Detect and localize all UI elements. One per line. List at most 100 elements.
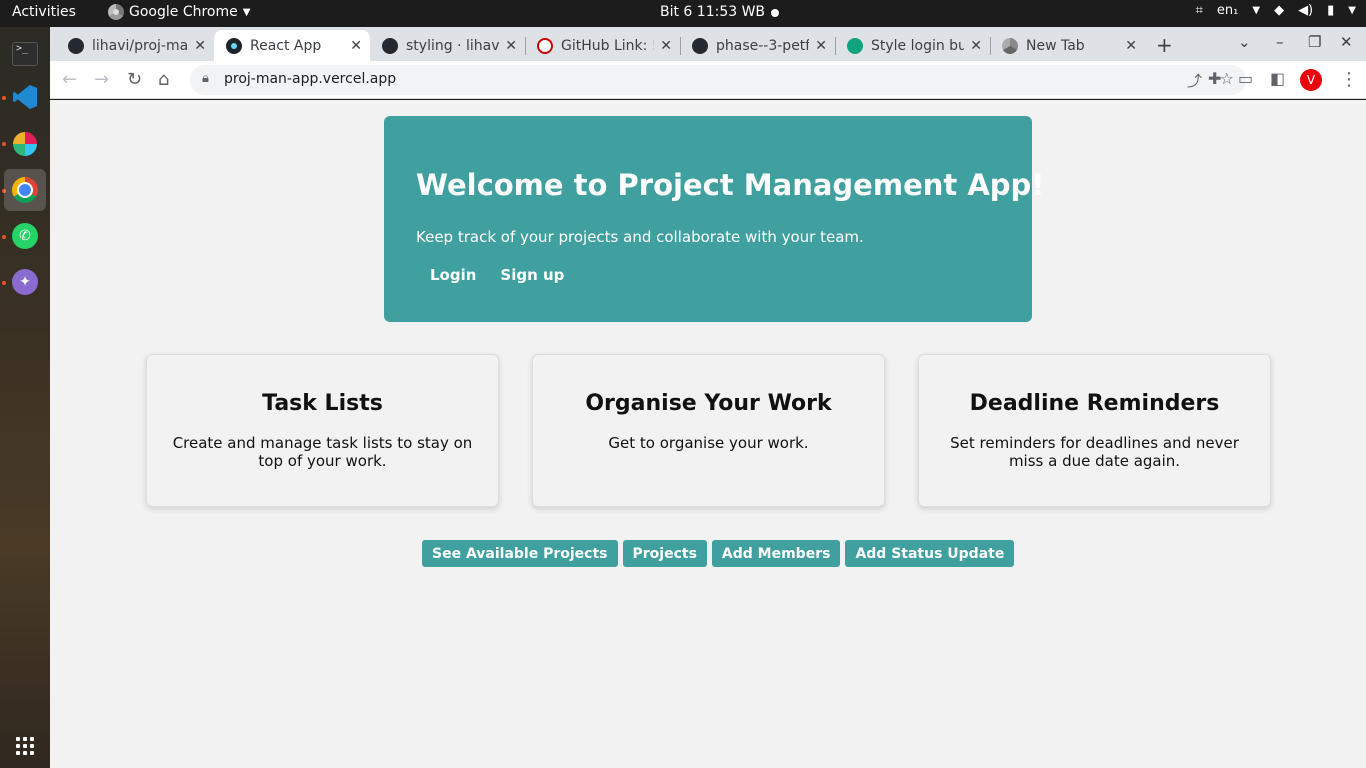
tab-github-link[interactable]: GitHub Link: ! ✕ — [525, 30, 681, 61]
dock-slack[interactable] — [4, 123, 46, 165]
page-title: Welcome to Project Management App! — [416, 168, 1045, 202]
volume-icon: ◀) — [1298, 3, 1314, 18]
cast-icon[interactable]: ▭ — [1238, 69, 1253, 88]
side-panel-icon[interactable]: ◧ — [1270, 69, 1285, 88]
projects-button[interactable]: Projects — [622, 540, 707, 567]
notification-dot — [771, 9, 779, 17]
whatsapp-icon: ✆ — [12, 223, 38, 249]
slack-icon — [13, 132, 37, 156]
tab-title: GitHub Link: ! — [561, 37, 655, 54]
react-icon — [226, 37, 242, 54]
network-icon: ⌗ — [1195, 3, 1203, 18]
close-icon[interactable]: ✕ — [505, 38, 517, 54]
vscode-icon — [13, 85, 37, 109]
feature-title: Deadline Reminders — [969, 391, 1220, 416]
tab-title: React App — [250, 37, 322, 54]
forward-icon[interactable]: → — [94, 69, 109, 90]
chrome-icon — [1002, 37, 1018, 54]
chevron-down-icon: ▼ — [1348, 5, 1356, 16]
chevron-down-icon: ▼ — [242, 6, 251, 18]
feature-title: Task Lists — [262, 391, 383, 416]
see-available-projects-button[interactable]: See Available Projects — [422, 540, 618, 567]
hero-subtitle: Keep track of your projects and collabor… — [416, 228, 864, 246]
battery-icon: ▮ — [1327, 3, 1335, 18]
github-icon — [692, 37, 708, 54]
dock-chrome[interactable] — [4, 169, 46, 211]
tab-github-proj[interactable]: lihavi/proj-ma ✕ — [56, 30, 215, 61]
auth-links: Login Sign up — [430, 266, 564, 284]
tab-title: lihavi/proj-ma — [92, 37, 189, 54]
wifi-icon: ◆ — [1274, 3, 1285, 18]
maximize-icon[interactable]: ❐ — [1308, 33, 1321, 51]
app-menu[interactable]: Google Chrome ▼ — [108, 4, 250, 20]
login-link[interactable]: Login — [430, 266, 476, 284]
redhat-icon — [537, 37, 553, 54]
dock: >_ ✆ ✦ — [0, 27, 50, 768]
tab-title: phase--3-petf — [716, 37, 810, 54]
share-icon[interactable]: ⤴ — [1187, 70, 1202, 91]
feature-card-deadlines: Deadline Reminders Set reminders for dea… — [918, 354, 1271, 507]
close-icon[interactable]: ✕ — [970, 38, 982, 54]
tab-search-icon[interactable]: ⌄ — [1238, 33, 1251, 51]
tab-phase-3[interactable]: phase--3-petf ✕ — [680, 30, 836, 61]
action-buttons: See Available Projects Projects Add Memb… — [422, 540, 1015, 567]
network-app-icon: ✦ — [12, 269, 38, 295]
github-icon — [382, 37, 398, 54]
close-icon[interactable]: ✕ — [660, 38, 672, 54]
home-icon[interactable]: ⌂ — [158, 69, 169, 90]
profile-avatar[interactable]: V — [1300, 69, 1322, 91]
dock-whatsapp[interactable]: ✆ — [4, 215, 46, 257]
page-content: Welcome to Project Management App! Keep … — [50, 100, 1366, 768]
extensions-icon[interactable]: ✚ — [1208, 69, 1221, 88]
language-indicator[interactable]: en₁ — [1217, 3, 1238, 18]
browser-toolbar: ← → ↻ ⌂ 🔒︎ proj-man-app.vercel.app ⤴ ☆ ✚… — [50, 61, 1366, 99]
github-icon — [68, 37, 84, 54]
close-icon[interactable]: ✕ — [194, 38, 206, 54]
tab-title: Style login bu — [871, 37, 965, 54]
system-tray[interactable]: ⌗ en₁ ▼ ◆ ◀) ▮ ▼ — [1196, 3, 1356, 18]
feature-title: Organise Your Work — [585, 391, 832, 416]
clock[interactable]: Bit 6 11:53 WB — [660, 4, 765, 20]
add-status-update-button[interactable]: Add Status Update — [845, 540, 1015, 567]
terminal-icon: >_ — [12, 42, 38, 66]
app-menu-label: Google Chrome — [129, 4, 238, 20]
feature-description: Set reminders for deadlines and never mi… — [950, 434, 1239, 470]
system-top-bar: Activities Google Chrome ▼ Bit 6 11:53 W… — [0, 0, 1366, 27]
close-icon[interactable]: ✕ — [350, 38, 362, 54]
signup-link[interactable]: Sign up — [500, 266, 564, 284]
dock-terminal[interactable]: >_ — [4, 33, 46, 75]
tab-styling[interactable]: styling · lihav ✕ — [370, 30, 526, 61]
hero-banner: Welcome to Project Management App! Keep … — [384, 116, 1045, 322]
chrome-icon — [108, 4, 124, 20]
tab-style-login[interactable]: Style login bu ✕ — [835, 30, 991, 61]
tab-title: styling · lihav — [406, 37, 500, 54]
activities-button[interactable]: Activities — [12, 4, 76, 20]
close-window-icon[interactable]: ✕ — [1340, 33, 1353, 51]
back-icon[interactable]: ← — [62, 69, 77, 90]
feature-card-organise: Organise Your Work Get to organise your … — [532, 354, 885, 507]
openai-icon — [847, 37, 863, 54]
menu-kebab-icon[interactable]: ⋮ — [1340, 69, 1358, 90]
address-bar[interactable]: 🔒︎ proj-man-app.vercel.app ⤴ ☆ — [190, 65, 1246, 95]
feature-card-task-lists: Task Lists Create and manage task lists … — [146, 354, 499, 507]
feature-description: Get to organise your work. — [608, 434, 809, 452]
add-members-button[interactable]: Add Members — [711, 540, 841, 567]
feature-description: Create and manage task lists to stay on … — [172, 434, 473, 470]
url-text[interactable]: proj-man-app.vercel.app — [224, 71, 396, 87]
tab-strip: lihavi/proj-ma ✕ React App ✕ styling · l… — [50, 27, 1366, 61]
show-applications-icon[interactable] — [16, 737, 34, 755]
chevron-down-icon: ▼ — [1252, 5, 1261, 16]
minimize-icon[interactable]: – — [1276, 33, 1284, 51]
lock-icon[interactable]: 🔒︎ — [202, 71, 209, 86]
dock-network-app[interactable]: ✦ — [4, 261, 46, 303]
new-tab-button[interactable]: + — [1156, 33, 1173, 57]
dock-vscode[interactable] — [4, 76, 46, 118]
chrome-icon — [12, 177, 38, 203]
reload-icon[interactable]: ↻ — [127, 69, 142, 90]
tab-title: New Tab — [1026, 37, 1085, 54]
close-icon[interactable]: ✕ — [1125, 38, 1137, 54]
tab-new-tab[interactable]: New Tab ✕ — [990, 30, 1145, 61]
tab-react-app[interactable]: React App ✕ — [214, 30, 370, 61]
bookmark-star-icon[interactable]: ☆ — [1220, 69, 1234, 88]
close-icon[interactable]: ✕ — [815, 38, 827, 54]
